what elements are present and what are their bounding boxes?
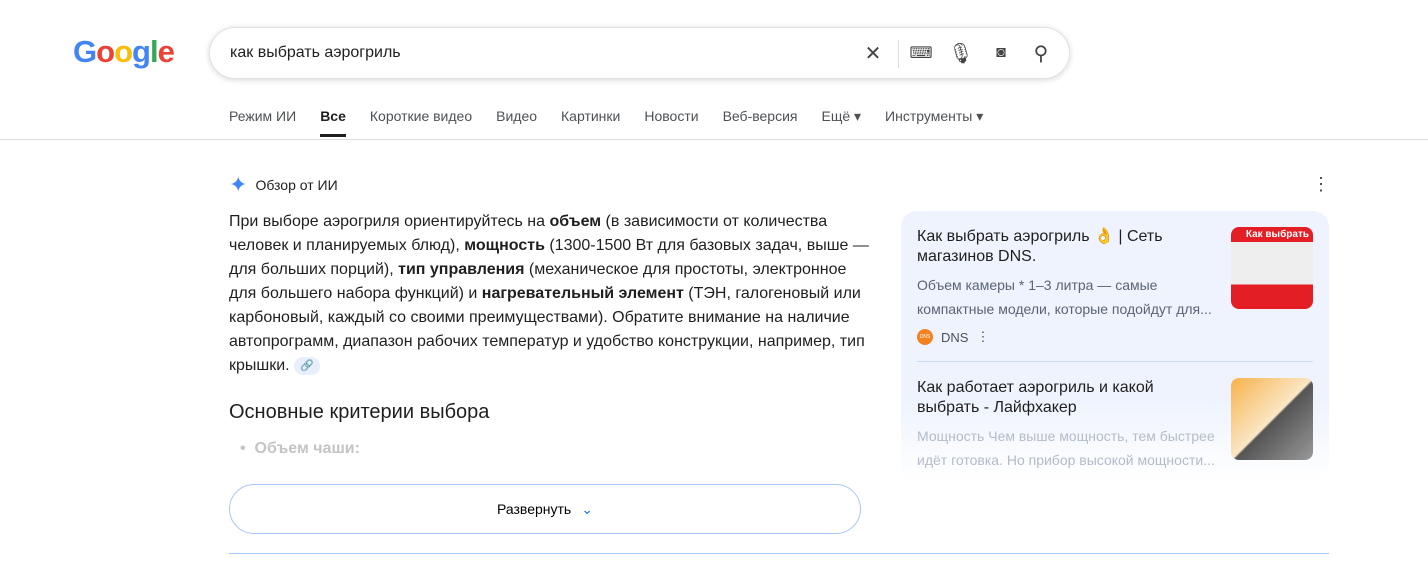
more-options-icon[interactable]: ⋮ <box>1312 174 1330 195</box>
tab-web[interactable]: Веб-версия <box>723 108 798 137</box>
lens-icon[interactable]: ◙ <box>988 40 1014 66</box>
google-logo[interactable]: Google <box>73 34 175 70</box>
text: мощность <box>464 237 545 254</box>
source-site: DNS <box>941 329 969 345</box>
more-options-icon[interactable]: ⋮ <box>976 329 989 345</box>
ai-overview-header: ✦ Обзор от ИИ <box>229 172 338 198</box>
text: При выборе аэрогриля ориентируйтесь на <box>229 213 550 230</box>
header-divider <box>0 139 1428 140</box>
text: нагревательный элемент <box>481 285 684 302</box>
section-heading: Основные критерии выбора <box>229 401 490 423</box>
tab-videos[interactable]: Видео <box>496 108 537 137</box>
search-tabs: Режим ИИ Все Короткие видео Видео Картин… <box>229 108 983 137</box>
source-snippet: Объем камеры * 1–3 литра — самые компакт… <box>917 277 1212 317</box>
sources-panel: Как выбрать аэрогриль 👌 | Сеть магазинов… <box>901 211 1329 481</box>
source-title[interactable]: Как выбрать аэрогриль 👌 | Сеть магазинов… <box>917 227 1217 267</box>
chevron-down-icon: ⌄ <box>581 500 593 517</box>
source-card[interactable]: Как выбрать аэрогриль 👌 | Сеть магазинов… <box>917 227 1313 345</box>
thumb-text: Как выбрать <box>1245 229 1309 240</box>
tab-news[interactable]: Новости <box>644 108 698 137</box>
list-item-text: Объем чаши: <box>254 440 360 457</box>
clear-icon[interactable]: ✕ <box>860 40 886 66</box>
divider <box>229 553 1329 554</box>
search-icon[interactable]: ⚲ <box>1028 40 1054 66</box>
dns-favicon: DNS <box>917 329 933 345</box>
tab-more[interactable]: Ещё ▾ <box>821 108 861 137</box>
tab-short-videos[interactable]: Короткие видео <box>370 108 472 137</box>
ai-overview-text: При выборе аэрогриля ориентируйтесь на о… <box>229 210 869 378</box>
source-card[interactable]: Как работает аэрогриль и какой выбрать -… <box>917 378 1313 472</box>
tab-images[interactable]: Картинки <box>561 108 620 137</box>
tab-ai-mode[interactable]: Режим ИИ <box>229 108 296 137</box>
text: объем <box>549 213 602 230</box>
divider <box>898 40 899 68</box>
search-box: ✕ ⌨ 🎙 ◙ ⚲ <box>209 27 1070 79</box>
text: тип управления <box>398 261 525 278</box>
tab-all[interactable]: Все <box>320 108 346 137</box>
ai-overview-title: Обзор от ИИ <box>255 177 338 193</box>
source-snippet: Мощность Чем выше мощность, тем быстрее … <box>917 428 1215 468</box>
source-thumbnail[interactable]: Как выбрать <box>1231 227 1313 309</box>
link-icon[interactable]: 🔗 <box>294 356 321 375</box>
expand-label: Развернуть <box>497 501 572 517</box>
keyboard-icon[interactable]: ⌨ <box>908 40 934 66</box>
sparkle-icon: ✦ <box>229 172 248 197</box>
list-item: • Объем чаши: <box>240 440 360 457</box>
search-input[interactable] <box>230 44 850 62</box>
source-title[interactable]: Как работает аэрогриль и какой выбрать -… <box>917 378 1217 418</box>
source-thumbnail[interactable] <box>1231 378 1313 460</box>
tab-tools[interactable]: Инструменты ▾ <box>885 108 983 137</box>
microphone-icon[interactable]: 🎙 <box>948 40 974 66</box>
divider <box>917 361 1313 362</box>
expand-button[interactable]: Развернуть ⌄ <box>229 484 861 534</box>
